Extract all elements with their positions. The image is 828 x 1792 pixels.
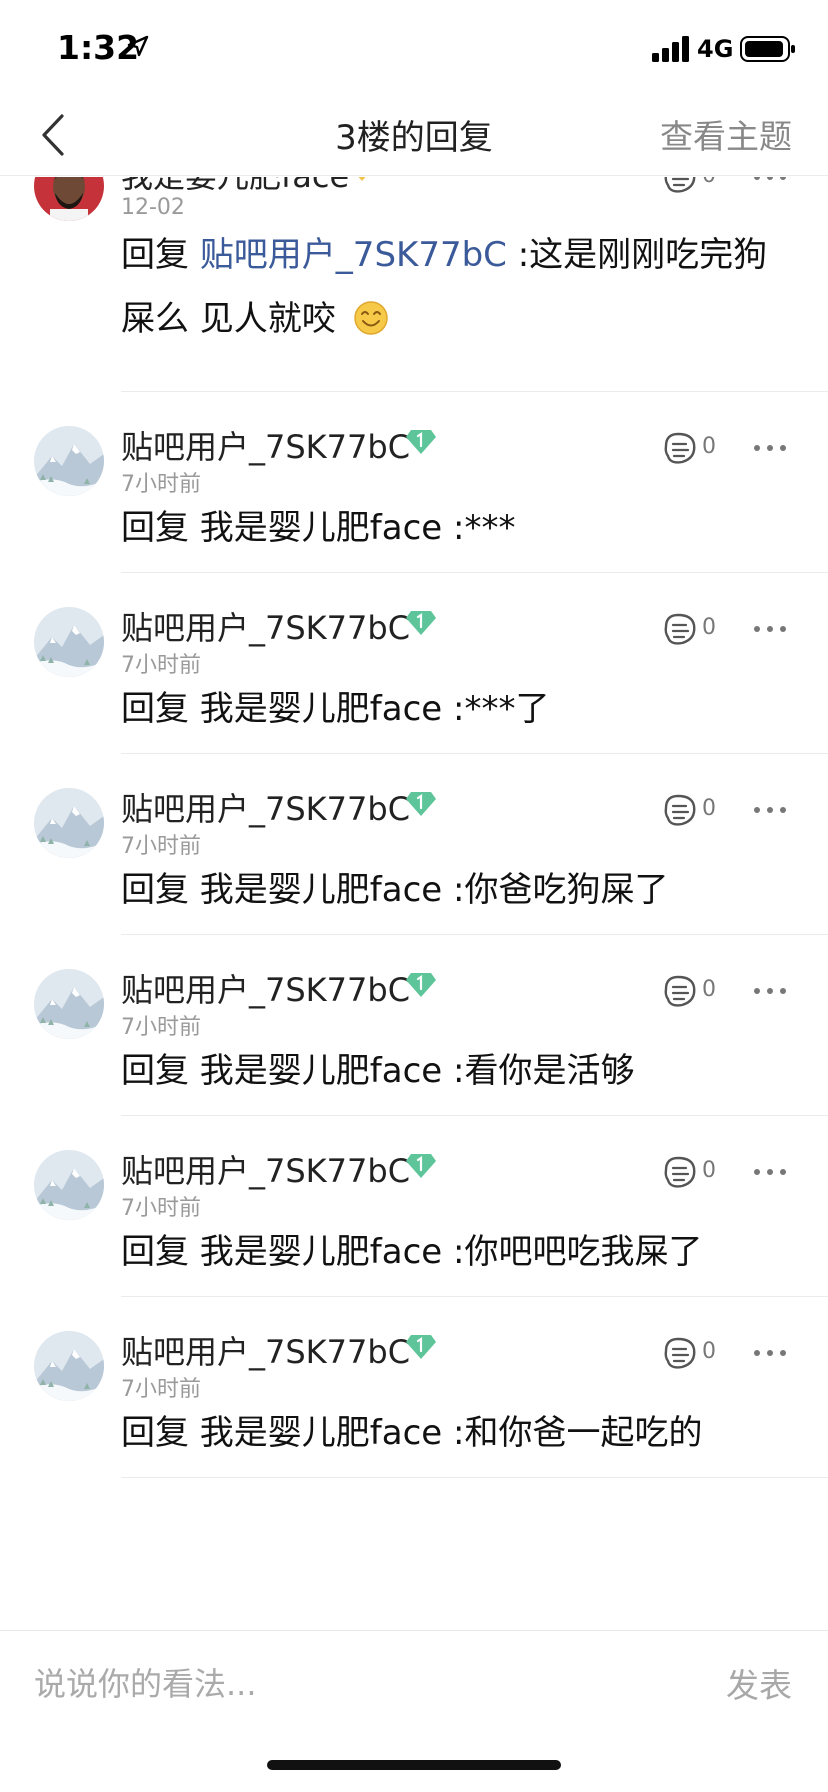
like-count: 0 [702, 177, 716, 188]
reply-composer: 说说你的看法... 发表 [0, 1630, 828, 1730]
cellular-signal-icon [652, 36, 689, 62]
reply-text: 回复 我是婴儿肥face :看你是活够 [121, 1051, 635, 1091]
avatar[interactable] [34, 1331, 104, 1401]
username[interactable]: 贴吧用户_7SK77bC [121, 603, 410, 649]
avatar[interactable] [34, 788, 104, 858]
level-badge-icon [406, 611, 436, 635]
reply-time: 7小时前 [121, 1196, 201, 1221]
thumb-like-icon [664, 975, 696, 1007]
reply-text: 回复 我是婴儿肥face :和你爸一起吃的 [121, 1413, 703, 1453]
like-count: 0 [702, 977, 716, 1002]
thumb-like-icon [664, 1337, 696, 1369]
reply-text: 回复 我是婴儿肥face :你吧吧吃我屎了 [121, 1232, 703, 1272]
level-badge-icon [406, 1154, 436, 1178]
reply-text: 回复 我是婴儿肥face :***了 [121, 689, 550, 729]
avatar[interactable] [34, 177, 104, 221]
view-topic-button[interactable]: 查看主题 [660, 110, 792, 158]
reply-prefix: 回复 [121, 235, 200, 275]
navigation-bar: 3楼的回复 查看主题 [0, 96, 828, 176]
thumb-like-icon [664, 613, 696, 645]
like-count: 0 [702, 434, 716, 459]
back-chevron-icon[interactable] [38, 112, 68, 158]
more-options-icon[interactable] [752, 800, 788, 820]
like-button[interactable]: 0 [660, 1335, 720, 1371]
reply-text: 回复 我是婴儿肥face :*** [121, 508, 516, 548]
reply-time: 12-02 [121, 195, 185, 220]
level-badge-icon [406, 792, 436, 816]
thumb-like-icon [664, 177, 696, 193]
like-button[interactable]: 0 [660, 792, 720, 828]
thumb-like-icon [664, 1156, 696, 1188]
like-button[interactable]: 0 [660, 973, 720, 1009]
like-count: 0 [702, 1158, 716, 1183]
username[interactable]: 贴吧用户_7SK77bC [121, 965, 410, 1011]
reply-text-line1: :这是刚刚吃完狗 [506, 235, 768, 275]
reply-text-line2: 屎么 见人就咬 [121, 299, 336, 339]
reply-text: 回复 贴吧用户_7SK77bC :这是刚刚吃完狗 屎么 见人就咬 [121, 223, 801, 351]
username[interactable]: 贴吧用户_7SK77bC [121, 422, 410, 468]
divider [121, 1477, 828, 1478]
reply-time: 7小时前 [121, 653, 201, 678]
reply-time: 7小时前 [121, 1377, 201, 1402]
mention-link[interactable]: 贴吧用户_7SK77bC [200, 235, 507, 275]
like-count: 0 [702, 796, 716, 821]
username[interactable]: 贴吧用户_7SK77bC [121, 1146, 410, 1192]
more-options-icon[interactable] [752, 1343, 788, 1363]
reply-time: 7小时前 [121, 472, 201, 497]
more-options-icon[interactable] [752, 1162, 788, 1182]
smile-emoji-icon [353, 301, 388, 335]
reply-list[interactable]: 我是婴儿肥face 0 12-02 回复 贴吧用户_7SK77bC :这是刚刚吃… [0, 177, 828, 1629]
like-button[interactable]: 0 [660, 430, 720, 466]
thumb-like-icon [664, 432, 696, 464]
reply-time: 7小时前 [121, 1015, 201, 1040]
username[interactable]: 贴吧用户_7SK77bC [121, 1327, 410, 1373]
send-button[interactable]: 发表 [726, 1659, 792, 1707]
more-options-icon[interactable] [752, 177, 788, 187]
reply-item: 我是婴儿肥face 0 12-02 回复 贴吧用户_7SK77bC :这是刚刚吃… [0, 177, 828, 366]
like-count: 0 [702, 615, 716, 640]
avatar[interactable] [34, 1150, 104, 1220]
username[interactable]: 贴吧用户_7SK77bC [121, 784, 410, 830]
reply-item: 贴吧用户_7SK77bC 0 7小时前回复 我是婴儿肥face :你爸吃狗屎了 [0, 754, 828, 935]
comment-input[interactable]: 说说你的看法... [34, 1659, 257, 1705]
like-button[interactable]: 0 [660, 1154, 720, 1190]
level-badge-icon [406, 430, 436, 454]
level-badge-icon [406, 1335, 436, 1359]
more-options-icon[interactable] [752, 981, 788, 1001]
like-button[interactable]: 0 [660, 177, 720, 195]
reply-item: 贴吧用户_7SK77bC 0 7小时前回复 我是婴儿肥face :看你是活够 [0, 935, 828, 1116]
home-indicator [267, 1760, 561, 1770]
username[interactable]: 我是婴儿肥face [121, 177, 349, 197]
level-badge-icon [358, 177, 366, 181]
reply-time: 7小时前 [121, 834, 201, 859]
avatar[interactable] [34, 969, 104, 1039]
avatar[interactable] [34, 607, 104, 677]
battery-icon [740, 36, 795, 62]
reply-item: 贴吧用户_7SK77bC 0 7小时前回复 我是婴儿肥face :和你爸一起吃的 [0, 1297, 828, 1478]
location-arrow-icon [127, 35, 149, 57]
like-count: 0 [702, 1339, 716, 1364]
more-options-icon[interactable] [752, 619, 788, 639]
avatar[interactable] [34, 426, 104, 496]
more-options-icon[interactable] [752, 438, 788, 458]
thumb-like-icon [664, 794, 696, 826]
status-bar: 1:32 4G [0, 0, 828, 100]
reply-item: 贴吧用户_7SK77bC 0 7小时前回复 我是婴儿肥face :***了 [0, 573, 828, 754]
reply-text: 回复 我是婴儿肥face :你爸吃狗屎了 [121, 870, 669, 910]
level-badge-icon [406, 973, 436, 997]
network-type: 4G [697, 35, 734, 63]
reply-item: 贴吧用户_7SK77bC 0 7小时前回复 我是婴儿肥face :你吧吧吃我屎了 [0, 1116, 828, 1297]
reply-item: 贴吧用户_7SK77bC 0 7小时前回复 我是婴儿肥face :*** [0, 392, 828, 573]
like-button[interactable]: 0 [660, 611, 720, 647]
